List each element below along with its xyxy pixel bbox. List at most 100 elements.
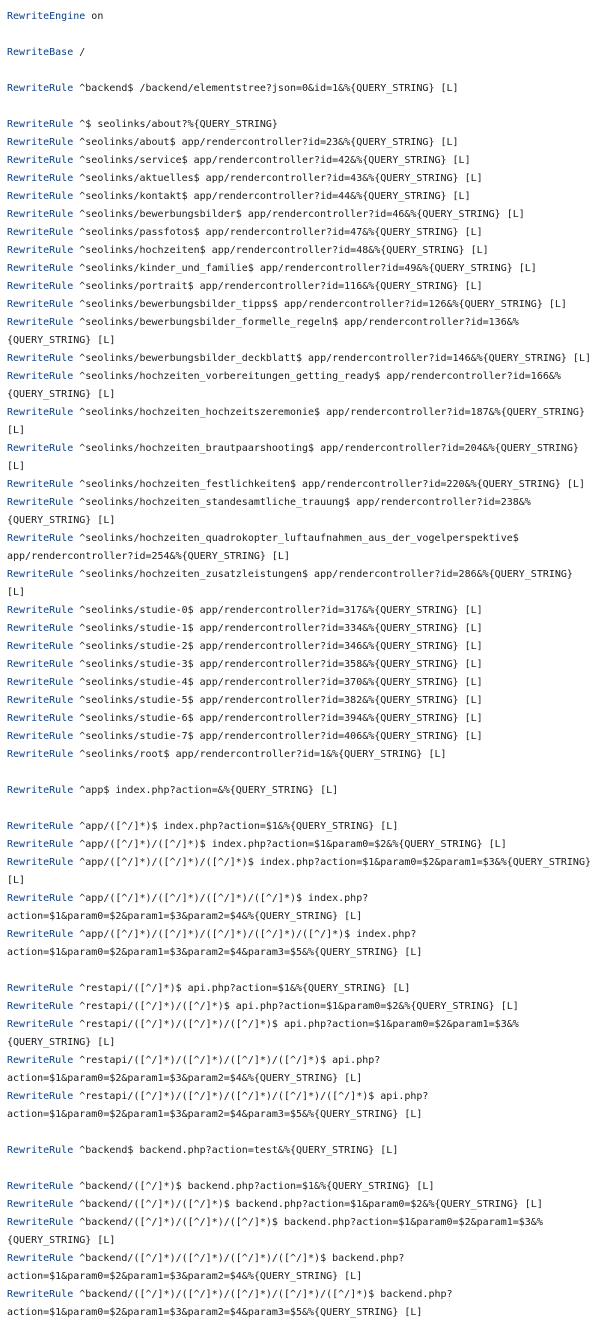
code-line: RewriteRule ^app/([^/]*)$ index.php?acti… <box>7 818 600 836</box>
directive-arguments: ^seolinks/hochzeiten$ app/rendercontroll… <box>73 245 489 256</box>
directive-arguments: ^$ seolinks/about?%{QUERY_STRING} <box>73 119 278 130</box>
directive-arguments: ^restapi/([^/]*)/([^/]*)/([^/]*)/([^/]*)… <box>73 1091 429 1102</box>
code-line: RewriteRule ^restapi/([^/]*)/([^/]*)$ ap… <box>7 998 600 1016</box>
code-line: action=$1&param0=$2&param1=$3&param2=$4&… <box>7 1304 600 1322</box>
directive-keyword: RewriteRule <box>7 1055 74 1066</box>
code-line: RewriteRule ^seolinks/hochzeiten_festlic… <box>7 476 600 494</box>
directive-arguments: ^restapi/([^/]*)$ api.php?action=$1&%{QU… <box>73 983 411 994</box>
directive-keyword: RewriteRule <box>7 1091 74 1102</box>
directive-keyword: RewriteRule <box>7 569 74 580</box>
directive-arguments: {QUERY_STRING} [L] <box>7 335 116 346</box>
directive-arguments: action=$1&param0=$2&param1=$3&param2=$4&… <box>7 1271 363 1282</box>
directive-keyword: RewriteRule <box>7 137 74 148</box>
directive-keyword: RewriteRule <box>7 1217 74 1228</box>
directive-keyword: RewriteRule <box>7 605 74 616</box>
code-line: RewriteRule ^seolinks/hochzeiten_vorbere… <box>7 368 600 386</box>
directive-keyword: RewriteRule <box>7 443 74 454</box>
code-line: [L] <box>7 872 600 890</box>
directive-arguments: ^seolinks/aktuelles$ app/rendercontrolle… <box>73 173 483 184</box>
code-line: action=$1&param0=$2&param1=$3&param2=$4&… <box>7 1070 600 1088</box>
directive-arguments: action=$1&param0=$2&param1=$3&param2=$4&… <box>7 947 423 958</box>
directive-arguments: ^seolinks/bewerbungsbilder$ app/renderco… <box>73 209 525 220</box>
code-line: RewriteRule ^seolinks/root$ app/renderco… <box>7 746 600 764</box>
directive-keyword: RewriteRule <box>7 281 74 292</box>
code-line: RewriteBase / <box>7 44 600 62</box>
directive-keyword: RewriteRule <box>7 1181 74 1192</box>
code-line: RewriteRule ^seolinks/studie-4$ app/rend… <box>7 674 600 692</box>
directive-keyword: RewriteRule <box>7 785 74 796</box>
code-line: action=$1&param0=$2&param1=$3&param2=$4&… <box>7 1106 600 1124</box>
code-line: RewriteRule ^restapi/([^/]*)/([^/]*)/([^… <box>7 1088 600 1106</box>
code-line: RewriteRule ^seolinks/studie-2$ app/rend… <box>7 638 600 656</box>
directive-keyword: RewriteRule <box>7 893 74 904</box>
directive-keyword: RewriteRule <box>7 659 74 670</box>
directive-arguments: ^restapi/([^/]*)/([^/]*)/([^/]*)$ api.ph… <box>73 1019 519 1030</box>
htaccess-code-block: RewriteEngine on RewriteBase / RewriteRule… <box>0 0 600 1322</box>
directive-arguments: [L] <box>7 461 26 472</box>
code-line: RewriteRule ^seolinks/hochzeiten_standes… <box>7 494 600 512</box>
directive-arguments: ^seolinks/studie-7$ app/rendercontroller… <box>73 731 483 742</box>
directive-arguments: ^app/([^/]*)/([^/]*)/([^/]*)$ index.php?… <box>73 857 591 868</box>
code-line: RewriteRule ^seolinks/aktuelles$ app/ren… <box>7 170 600 188</box>
code-line: RewriteRule ^backend$ backend.php?action… <box>7 1142 600 1160</box>
directive-arguments: app/rendercontroller?id=254&%{QUERY_STRI… <box>7 551 290 562</box>
directive-keyword: RewriteEngine <box>7 11 86 22</box>
directive-arguments: ^seolinks/kinder_und_familie$ app/render… <box>73 263 537 274</box>
directive-keyword: RewriteRule <box>7 245 74 256</box>
code-line: RewriteRule ^backend/([^/]*)/([^/]*)$ ba… <box>7 1196 600 1214</box>
code-line: RewriteRule ^seolinks/kontakt$ app/rende… <box>7 188 600 206</box>
directive-keyword: RewriteRule <box>7 929 74 940</box>
directive-arguments: ^seolinks/hochzeiten_standesamtliche_tra… <box>73 497 531 508</box>
directive-keyword: RewriteRule <box>7 821 74 832</box>
directive-arguments: {QUERY_STRING} [L] <box>7 1235 116 1246</box>
code-line: RewriteRule ^restapi/([^/]*)/([^/]*)/([^… <box>7 1052 600 1070</box>
directive-arguments: ^seolinks/kontakt$ app/rendercontroller?… <box>73 191 471 202</box>
code-line: RewriteRule ^backend$ /backend/elementst… <box>7 80 600 98</box>
directive-keyword: RewriteRule <box>7 1253 74 1264</box>
directive-arguments: action=$1&param0=$2&param1=$3&param2=$4&… <box>7 911 363 922</box>
directive-arguments: ^seolinks/studie-5$ app/rendercontroller… <box>73 695 483 706</box>
code-line: RewriteEngine on <box>7 8 600 26</box>
code-line: RewriteRule ^seolinks/studie-3$ app/rend… <box>7 656 600 674</box>
directive-keyword: RewriteRule <box>7 1289 74 1300</box>
code-line: {QUERY_STRING} [L] <box>7 512 600 530</box>
code-line: RewriteRule ^seolinks/bewerbungsbilder_f… <box>7 314 600 332</box>
code-line: RewriteRule ^seolinks/hochzeiten_quadrok… <box>7 530 600 548</box>
directive-arguments: ^seolinks/service$ app/rendercontroller?… <box>73 155 471 166</box>
code-line: {QUERY_STRING} [L] <box>7 1034 600 1052</box>
code-line: action=$1&param0=$2&param1=$3&param2=$4&… <box>7 908 600 926</box>
directive-arguments: ^seolinks/passfotos$ app/rendercontrolle… <box>73 227 483 238</box>
directive-arguments: ^seolinks/hochzeiten_brautpaarshooting$ … <box>73 443 579 454</box>
code-line: RewriteRule ^seolinks/studie-0$ app/rend… <box>7 602 600 620</box>
directive-arguments: ^seolinks/hochzeiten_festlichkeiten$ app… <box>73 479 585 490</box>
code-line: RewriteRule ^restapi/([^/]*)/([^/]*)/([^… <box>7 1016 600 1034</box>
directive-arguments: ^app/([^/]*)/([^/]*)/([^/]*)/([^/]*)/([^… <box>73 929 417 940</box>
directive-arguments: ^seolinks/hochzeiten_hochzeitszeremonie$… <box>73 407 585 418</box>
directive-keyword: RewriteRule <box>7 497 74 508</box>
directive-keyword: RewriteRule <box>7 209 74 220</box>
directive-keyword: RewriteRule <box>7 479 74 490</box>
directive-arguments: [L] <box>7 587 26 598</box>
code-line: {QUERY_STRING} [L] <box>7 332 600 350</box>
directive-arguments: ^app/([^/]*)/([^/]*)/([^/]*)/([^/]*)$ in… <box>73 893 369 904</box>
directive-arguments: ^restapi/([^/]*)/([^/]*)/([^/]*)/([^/]*)… <box>73 1055 381 1066</box>
code-line: RewriteRule ^app/([^/]*)/([^/]*)/([^/]*)… <box>7 890 600 908</box>
directive-keyword: RewriteRule <box>7 173 74 184</box>
directive-arguments: ^seolinks/studie-6$ app/rendercontroller… <box>73 713 483 724</box>
directive-arguments: {QUERY_STRING} [L] <box>7 389 116 400</box>
directive-keyword: RewriteRule <box>7 191 74 202</box>
directive-keyword: RewriteRule <box>7 407 74 418</box>
code-line: RewriteRule ^seolinks/studie-1$ app/rend… <box>7 620 600 638</box>
code-line: RewriteRule ^app/([^/]*)/([^/]*)/([^/]*)… <box>7 854 600 872</box>
directive-keyword: RewriteRule <box>7 1199 74 1210</box>
directive-arguments: ^seolinks/hochzeiten_vorbereitungen_gett… <box>73 371 561 382</box>
directive-keyword: RewriteRule <box>7 1001 74 1012</box>
code-line: action=$1&param0=$2&param1=$3&param2=$4&… <box>7 944 600 962</box>
code-line: RewriteRule ^seolinks/hochzeiten_hochzei… <box>7 404 600 422</box>
code-line: {QUERY_STRING} [L] <box>7 1232 600 1250</box>
directive-arguments: ^backend$ backend.php?action=test&%{QUER… <box>73 1145 399 1156</box>
directive-keyword: RewriteRule <box>7 1145 74 1156</box>
